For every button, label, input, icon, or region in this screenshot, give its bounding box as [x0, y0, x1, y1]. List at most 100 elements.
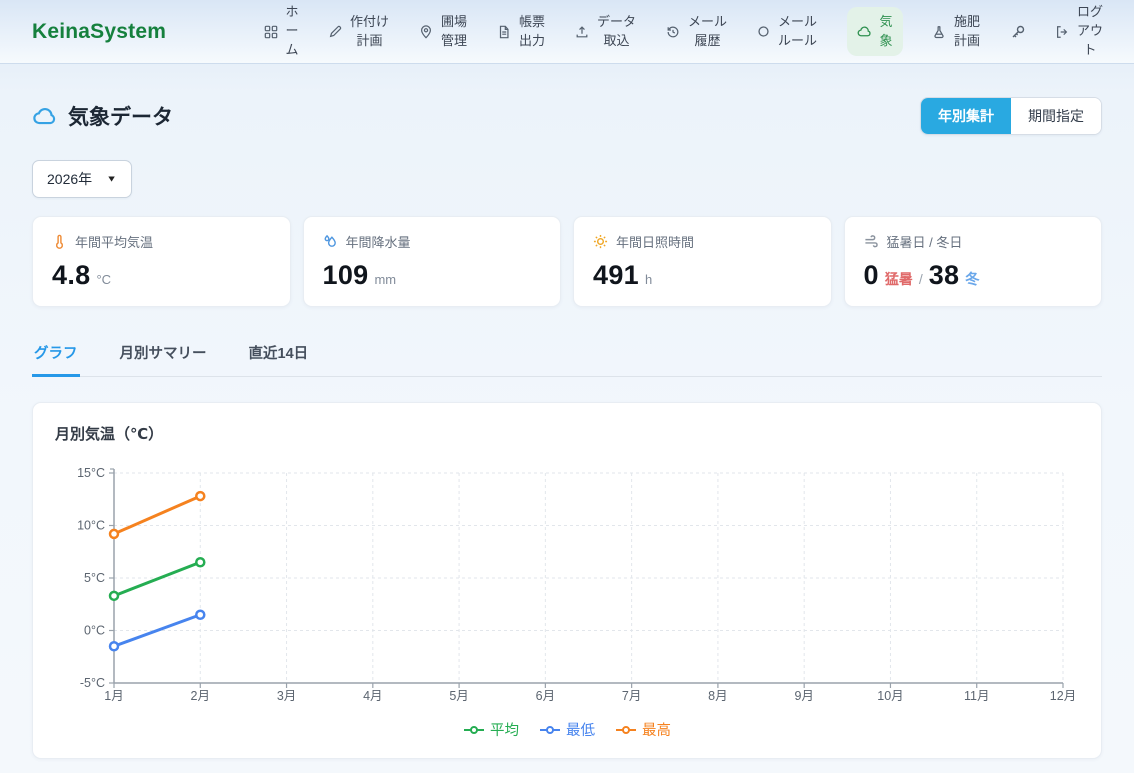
nav-item-mail-rules[interactable]: メールルール	[757, 13, 818, 51]
svg-text:4月: 4月	[363, 689, 382, 703]
svg-text:3月: 3月	[277, 689, 296, 703]
svg-text:5月: 5月	[449, 689, 468, 703]
cloud-icon	[857, 24, 872, 39]
top-navigation: KeinaSystem ホーム 作付け計画 圃場管理 帳票出力	[0, 0, 1134, 64]
nav-item-label: メールルール	[777, 13, 818, 51]
monthly-temperature-chart-card: 月別気温（℃） 15°C 10°C 5°C 0°C -5°C1月 2月 3月 4月 5月 6月 7月…	[32, 402, 1102, 759]
nav-item-report-output[interactable]: 帳票出力	[497, 13, 546, 51]
stat-value-hot: 0	[864, 260, 879, 291]
view-toggle: 年別集計 期間指定	[920, 97, 1102, 135]
svg-text:10°C: 10°C	[77, 519, 105, 533]
stat-value: 4.8	[52, 260, 90, 291]
stat-label: 猛暑日 / 冬日	[887, 232, 963, 251]
stat-label: 年間日照時間	[616, 232, 694, 251]
temperature-line-chart[interactable]: 15°C 10°C 5°C 0°C -5°C1月 2月 3月 4月 5月 6月 7月 8月 9月 10月 1…	[55, 458, 1081, 710]
nav-item-planting-plan[interactable]: 作付け計画	[328, 13, 390, 51]
nav-item-logout[interactable]: ログアウト	[1055, 3, 1104, 60]
stat-unit: mm	[374, 272, 396, 287]
nav-item-data-import[interactable]: データ取込	[575, 13, 637, 51]
tab-recent-14days[interactable]: 直近14日	[247, 334, 311, 377]
chart-legend: 平均 最低 最高	[55, 719, 1079, 744]
year-select-value: 2026年	[47, 169, 92, 189]
svg-text:2月: 2月	[191, 689, 210, 703]
stat-label: 年間降水量	[346, 232, 411, 251]
nav-item-fertilization-plan[interactable]: 施肥計画	[932, 13, 981, 51]
nav-item-label: 圃場管理	[440, 13, 468, 51]
nav-item-label: 施肥計画	[953, 13, 981, 51]
year-select[interactable]: 2026年 ▼	[32, 160, 132, 198]
nav-item-label: ホーム	[285, 3, 299, 60]
nav-item-label: データ取込	[596, 13, 637, 51]
nav-item-label: 気象	[879, 13, 893, 51]
stat-value: 109	[323, 260, 369, 291]
wind-icon	[864, 234, 879, 249]
svg-text:11月: 11月	[964, 689, 989, 703]
pencil-icon	[328, 25, 342, 39]
content-tabs: グラフ 月別サマリー 直近14日	[32, 334, 1102, 377]
stat-card-precipitation: 年間降水量 109 mm	[303, 216, 562, 307]
svg-text:15°C: 15°C	[77, 466, 105, 480]
stat-value: 491	[593, 260, 639, 291]
svg-text:12月: 12月	[1050, 689, 1076, 703]
chevron-down-icon: ▼	[106, 174, 117, 184]
svg-text:9月: 9月	[794, 689, 813, 703]
svg-text:1月: 1月	[104, 689, 123, 703]
nav-item-label: 帳票出力	[518, 13, 546, 51]
svg-text:5°C: 5°C	[84, 571, 105, 585]
stat-unit: h	[645, 272, 652, 287]
svg-text:-5°C: -5°C	[80, 676, 105, 690]
cold-tag: 冬	[965, 269, 979, 289]
grid-icon	[264, 25, 278, 39]
tab-graph[interactable]: グラフ	[32, 334, 80, 377]
droplet-icon	[323, 234, 338, 249]
nav-item-home[interactable]: ホーム	[264, 3, 299, 60]
chart-area: 15°C 10°C 5°C 0°C -5°C1月 2月 3月 4月 5月 6月 7月 8月 9月 10月 1…	[55, 458, 1079, 715]
key-icon[interactable]	[1010, 24, 1026, 40]
hot-tag: 猛暑	[885, 269, 913, 289]
yearly-summary-button[interactable]: 年別集計	[921, 98, 1011, 134]
legend-label: 最高	[642, 719, 671, 740]
separator: /	[919, 271, 923, 287]
app-logo[interactable]: KeinaSystem	[32, 20, 166, 44]
logout-icon	[1055, 25, 1069, 39]
legend-item-average[interactable]: 平均	[463, 719, 519, 740]
document-icon	[497, 25, 511, 39]
legend-label: 平均	[490, 719, 519, 740]
history-icon	[666, 25, 680, 39]
tab-monthly-summary[interactable]: 月別サマリー	[118, 334, 209, 377]
stat-unit: °C	[96, 272, 111, 287]
legend-label: 最低	[566, 719, 595, 740]
map-pin-icon	[419, 25, 433, 39]
legend-item-max[interactable]: 最高	[615, 719, 671, 740]
chart-title: 月別気温（℃）	[55, 423, 1079, 444]
upload-icon	[575, 25, 589, 39]
flask-icon	[932, 25, 946, 39]
circle-icon	[757, 25, 770, 38]
svg-text:6月: 6月	[536, 689, 555, 703]
nav-item-label: ログアウト	[1076, 3, 1104, 60]
svg-text:8月: 8月	[708, 689, 727, 703]
stat-card-avg-temp: 年間平均気温 4.8 °C	[32, 216, 291, 307]
svg-text:10月: 10月	[877, 689, 903, 703]
nav-item-label: 作付け計画	[349, 13, 390, 51]
nav-item-label: メール履歴	[687, 13, 728, 51]
nav-menu: ホーム 作付け計画 圃場管理 帳票出力 データ取込	[264, 3, 1104, 60]
nav-item-field-management[interactable]: 圃場管理	[419, 13, 468, 51]
legend-item-min[interactable]: 最低	[539, 719, 595, 740]
svg-text:7月: 7月	[622, 689, 641, 703]
sun-icon	[593, 234, 608, 249]
main-content: 気象データ 年別集計 期間指定 2026年 ▼ 年間平均気温 4.8 °C	[0, 97, 1134, 759]
page-title: 気象データ	[68, 101, 173, 131]
stat-card-sunshine: 年間日照時間 491 h	[573, 216, 832, 307]
stat-label: 年間平均気温	[75, 232, 153, 251]
stat-value-cold: 38	[929, 260, 960, 291]
stat-card-extreme-days: 猛暑日 / 冬日 0 猛暑 / 38 冬	[844, 216, 1103, 307]
svg-text:0°C: 0°C	[84, 624, 105, 638]
nav-item-mail-history[interactable]: メール履歴	[666, 13, 728, 51]
page-header: 気象データ 年別集計 期間指定	[32, 97, 1102, 135]
thermometer-icon	[52, 234, 67, 249]
period-select-button[interactable]: 期間指定	[1011, 98, 1101, 134]
cloud-title-icon	[32, 103, 58, 129]
stat-cards: 年間平均気温 4.8 °C 年間降水量 109 mm	[32, 216, 1102, 307]
nav-item-weather[interactable]: 気象	[847, 7, 903, 57]
